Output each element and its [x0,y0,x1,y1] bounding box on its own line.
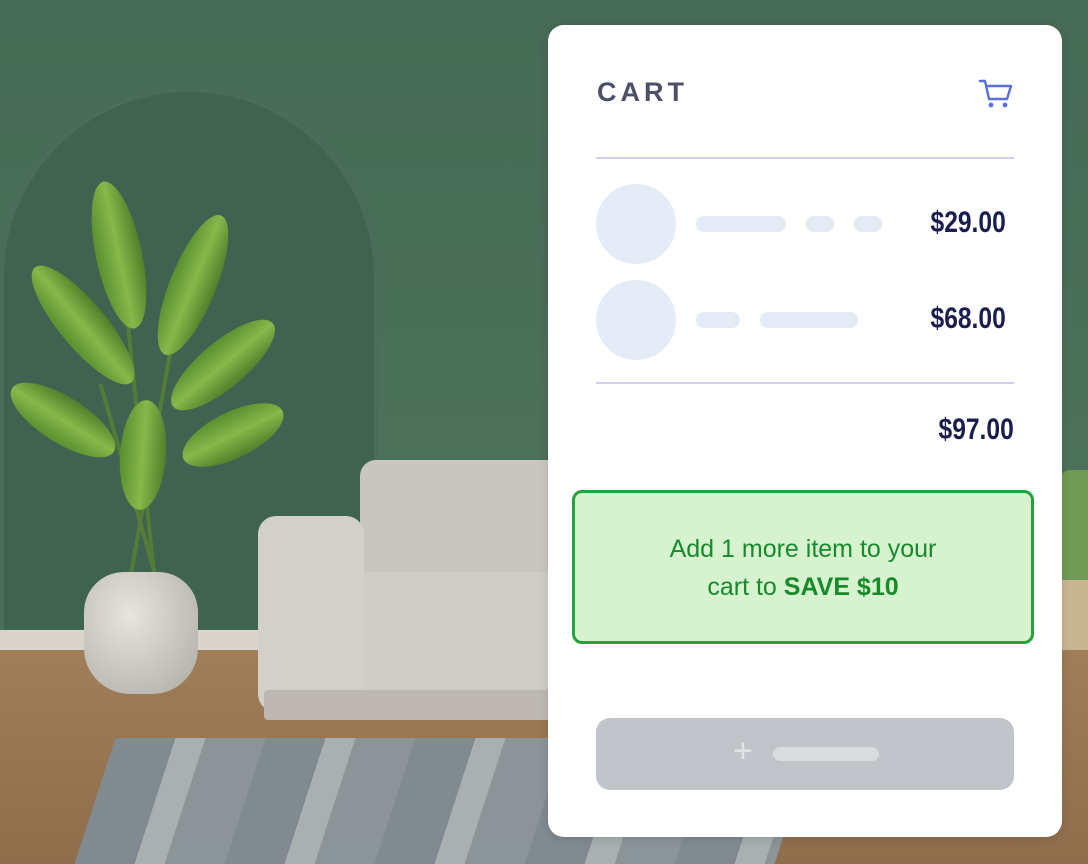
product-thumbnail [596,280,676,360]
cart-icon[interactable] [978,75,1014,111]
button-label-placeholder [773,747,879,761]
promo-banner: Add 1 more item to your cart to SAVE $10 [572,490,1034,644]
plus-icon: + [733,732,753,770]
text-placeholder [760,312,858,328]
item-price: $68.00 [930,302,1006,335]
text-placeholder [854,216,882,232]
promo-line-2: cart to SAVE $10 [575,568,1031,606]
divider [596,157,1014,159]
cart-panel: CART $29.00 $68.00 $97.00 Add 1 more ite… [548,25,1062,837]
promo-line-1: Add 1 more item to your [669,535,937,563]
cart-item[interactable]: $29.00 [596,184,1014,264]
text-placeholder [696,216,786,232]
plant-pot [84,572,198,694]
cart-item[interactable]: $68.00 [596,280,1014,360]
text-placeholder [806,216,834,232]
divider [596,382,1014,384]
promo-savings: SAVE $10 [783,573,899,601]
cart-total: $97.00 [938,413,1014,446]
promo-line-2-text: cart to [707,573,784,601]
side-table [1062,580,1088,650]
add-item-button[interactable]: + [596,718,1014,790]
sofa-arm [258,516,364,712]
item-price: $29.00 [930,206,1006,239]
cart-title: CART [597,77,688,107]
text-placeholder [696,312,740,328]
product-thumbnail [596,184,676,264]
